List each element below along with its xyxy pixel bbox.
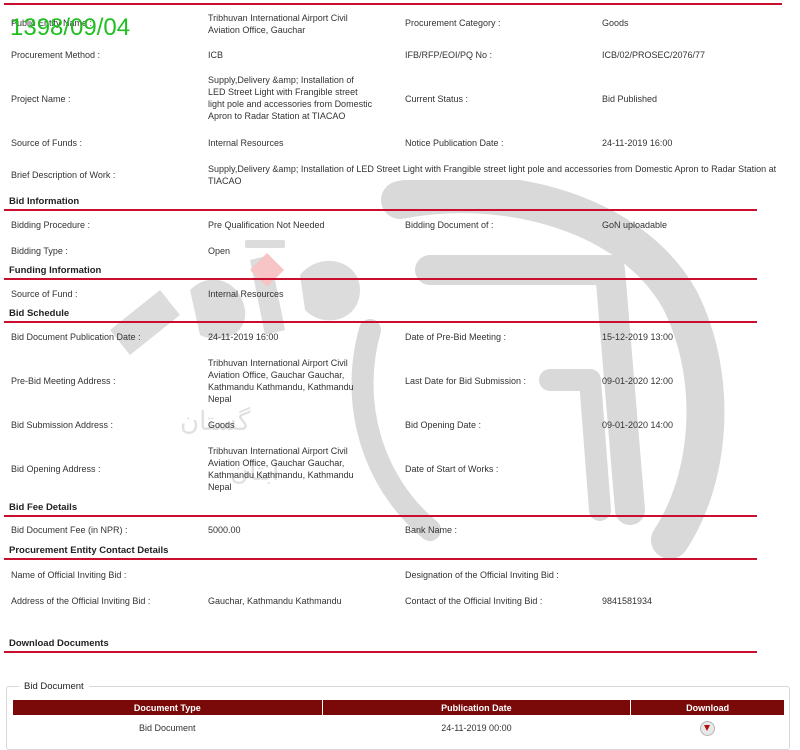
bank-name-label: Bank Name : [405,525,458,535]
section-download-documents: Download Documents [4,638,757,653]
source-of-funds-value: Internal Resources [208,138,284,148]
bid-document-table: Document Type Publication Date Download … [12,699,785,741]
section-bid-information: Bid Information [4,196,757,211]
bidding-type-value: Open [208,246,231,256]
pre-bid-meeting-address-label: Pre-Bid Meeting Address : [11,376,116,386]
bid-document-fee-label: Bid Document Fee (in NPR) : [11,525,128,535]
bid-document-fee-value: 5000.00 [208,525,241,535]
document-type-cell: Bid Document [139,723,196,733]
bidding-procedure-label: Bidding Procedure : [11,220,91,230]
bidding-document-of-value: GoN uploadable [602,220,668,230]
bidding-document-of-label: Bidding Document of : [405,220,494,230]
date-stamp: 1398/09/04 [10,14,131,41]
notice-publication-date-value: 24-11-2019 16:00 [602,138,673,148]
watermark-logo: گستان ابتان [110,180,725,559]
official-name-label: Name of Official Inviting Bid : [11,570,127,580]
bid-opening-address-label: Bid Opening Address : [11,464,101,474]
official-contact-value: 9841581934 [602,596,653,606]
section-funding-information: Funding Information [4,265,757,280]
section-contact-details: Procurement Entity Contact Details [4,545,757,560]
project-name-value: Supply,Delivery &amp; Installation of LE… [208,75,373,121]
project-name-label: Project Name : [11,94,71,104]
section-bid-fee-details: Bid Fee Details [4,502,757,517]
bid-opening-date-value: 09-01-2020 14:00 [602,420,674,430]
ifb-no-value: ICB/02/PROSEC/2076/77 [602,50,706,60]
table-row: Bid Document 24-11-2019 00:00 [13,716,784,740]
current-status-value: Bid Published [602,94,658,104]
official-contact-label: Contact of the Official Inviting Bid : [405,596,543,606]
bid-document-legend: Bid Document [19,681,89,692]
source-of-funds-label: Source of Funds : [11,138,83,148]
download-cell [631,716,784,740]
official-designation-label: Designation of the Official Inviting Bid… [405,570,559,580]
ifb-no-label: IFB/RFP/EOI/PQ No : [405,50,493,60]
brief-description-label: Brief Description of Work : [11,170,116,180]
download-icon[interactable] [700,720,716,736]
column-header-publication-date: Publication Date [322,700,631,715]
procurement-method-label: Procurement Method : [11,50,101,60]
procurement-category-label: Procurement Category : [405,18,501,28]
procurement-category-value: Goods [602,18,629,28]
bid-document-panel: Bid Document Document Type Publication D… [6,681,790,750]
bidding-type-label: Bidding Type : [11,246,68,256]
pre-bid-meeting-date-value: 15-12-2019 13:00 [602,332,674,342]
brief-description-value: Supply,Delivery &amp; Installation of LE… [208,164,777,186]
source-of-fund-label: Source of Fund : [11,289,78,299]
section-bid-schedule: Bid Schedule [4,308,757,323]
current-status-label: Current Status : [405,94,469,104]
pre-bid-meeting-date-label: Date of Pre-Bid Meeting : [405,332,507,342]
bid-opening-date-label: Bid Opening Date : [405,420,482,430]
procurement-method-value: ICB [208,50,224,60]
public-entity-value: Tribhuvan International Airport Civil Av… [208,13,348,35]
bidding-procedure-value: Pre Qualification Not Needed [208,220,325,230]
pre-bid-meeting-address-value: Tribhuvan International Airport Civil Av… [208,358,354,404]
bid-doc-publication-date-value: 24-11-2019 16:00 [208,332,279,342]
last-date-submission-label: Last Date for Bid Submission : [405,376,527,386]
last-date-submission-value: 09-01-2020 12:00 [602,376,674,386]
bid-opening-address-value: Tribhuvan International Airport Civil Av… [208,446,354,492]
top-divider [4,3,782,5]
notice-publication-date-label: Notice Publication Date : [405,138,504,148]
column-header-document-type: Document Type [13,700,322,715]
table-header-row: Document Type Publication Date Download [13,700,784,715]
bid-submission-address-value: Goods [208,420,235,430]
column-header-download: Download [631,700,784,715]
date-start-works-label: Date of Start of Works : [405,464,499,474]
publication-date-cell: 24-11-2019 00:00 [441,723,512,733]
bid-submission-address-label: Bid Submission Address : [11,420,114,430]
official-address-label: Address of the Official Inviting Bid : [11,596,151,606]
source-of-fund-value: Internal Resources [208,289,284,299]
bid-doc-publication-date-label: Bid Document Publication Date : [11,332,141,342]
official-address-value: Gauchar, Kathmandu Kathmandu [208,596,342,606]
